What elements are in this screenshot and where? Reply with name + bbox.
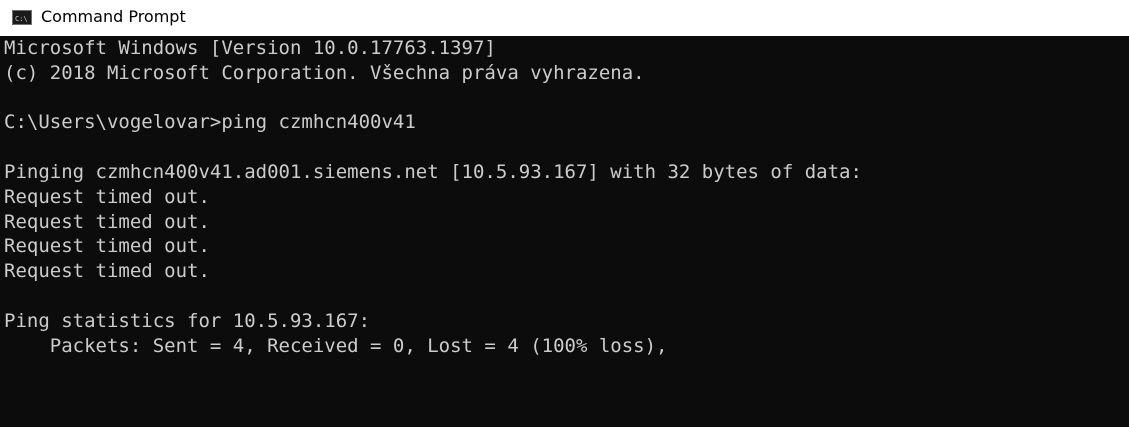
command-prompt-window: C:\ Command Prompt Microsoft Windows [Ve… [0, 0, 1129, 427]
console-output[interactable]: Microsoft Windows [Version 10.0.17763.13… [0, 36, 1129, 427]
console-line-packets: Packets: Sent = 4, Received = 0, Lost = … [4, 334, 668, 357]
console-line-blank [4, 284, 1129, 309]
svg-text:C:\: C:\ [15, 15, 28, 22]
console-lines: Microsoft Windows [Version 10.0.17763.13… [4, 36, 1129, 358]
console-line-timeout: Request timed out. [4, 235, 210, 258]
console-line-timeout: Request timed out. [4, 185, 210, 208]
console-line-copyright: (c) 2018 Microsoft Corporation. Všechna … [4, 61, 645, 84]
console-line-timeout: Request timed out. [4, 260, 210, 283]
window-title: Command Prompt [41, 7, 186, 26]
console-line-timeout: Request timed out. [4, 210, 210, 233]
console-line-version: Microsoft Windows [Version 10.0.17763.13… [4, 37, 496, 59]
cmd-icon: C:\ [12, 10, 32, 25]
console-line-pinging: Pinging czmhcn400v41.ad001.siemens.net [… [4, 160, 862, 183]
console-line-blank [4, 86, 1129, 111]
title-bar[interactable]: C:\ Command Prompt [0, 0, 1129, 36]
console-line-command: C:\Users\vogelovar>ping czmhcn400v41 [4, 111, 416, 134]
console-line-statistics-header: Ping statistics for 10.5.93.167: [4, 309, 371, 332]
console-line-blank [4, 135, 1129, 160]
